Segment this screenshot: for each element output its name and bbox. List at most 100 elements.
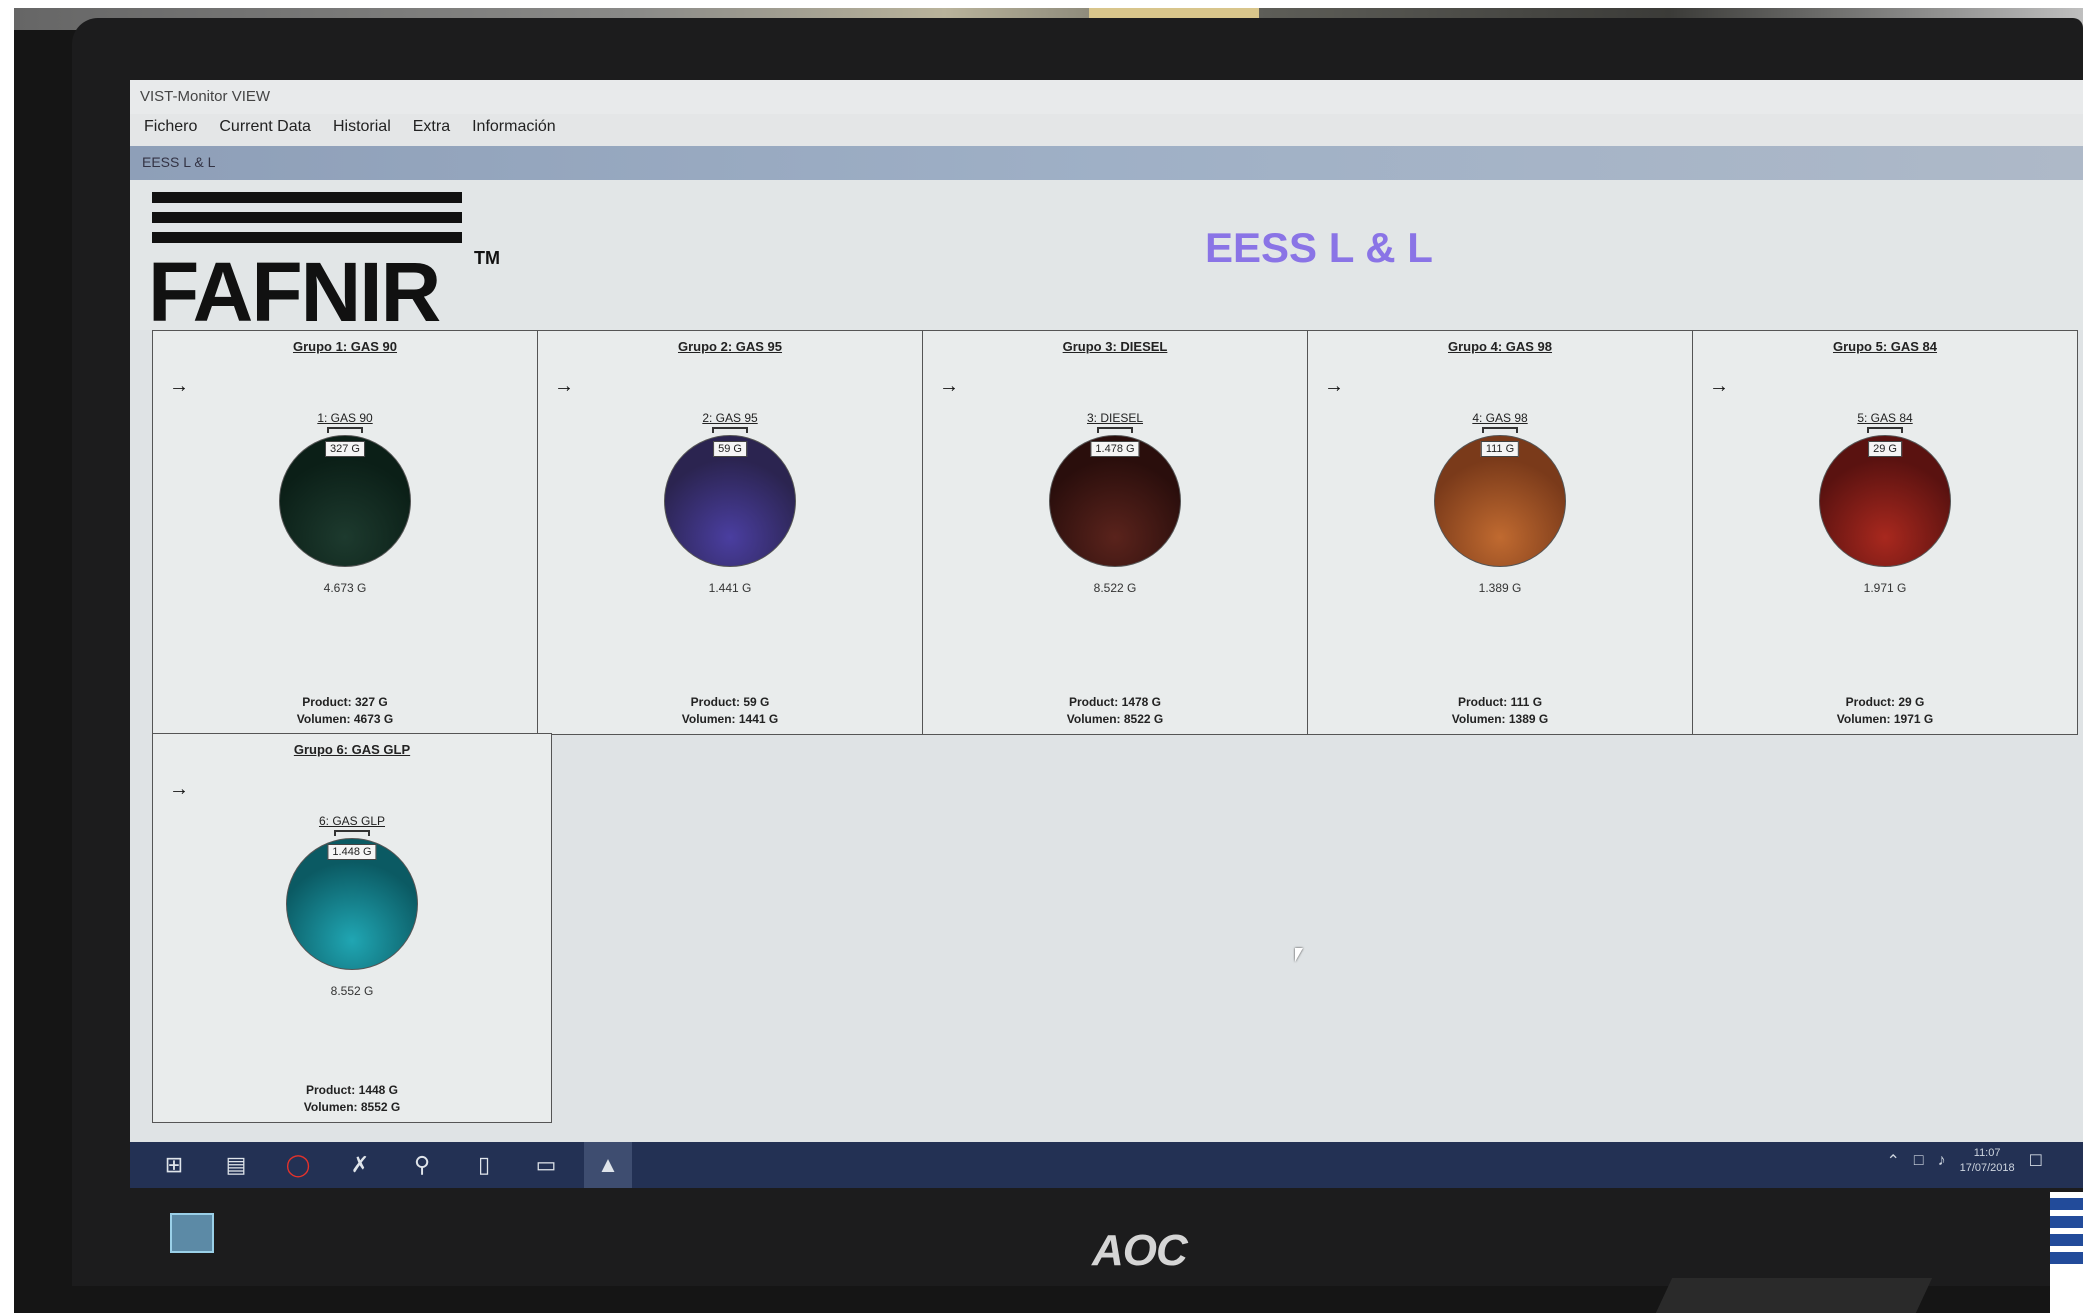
tank-capacity: 8.552 G xyxy=(330,984,374,998)
product-value: 327 G xyxy=(354,695,388,709)
product-label: Product: xyxy=(1457,695,1508,709)
tank-group-5[interactable]: Grupo 5: GAS 84 → 5: GAS 84 29 G 1.971 G… xyxy=(1692,330,2078,735)
group-summary: Product: 1448 G Volumen: 8552 G xyxy=(153,1082,551,1116)
group-title[interactable]: Grupo 5: GAS 84 xyxy=(1693,339,2077,354)
product-label: Product: xyxy=(305,1083,356,1097)
tank-graphic: 111 G 1.389 G xyxy=(1434,427,1566,595)
menu-fichero[interactable]: Fichero xyxy=(144,118,197,142)
arrow-right-icon[interactable]: → xyxy=(1709,375,1729,398)
tank-name: 5: GAS 84 xyxy=(1857,411,1913,425)
volume-value: 1441 G xyxy=(738,712,779,726)
tank-cap xyxy=(1097,427,1133,433)
folder-icon[interactable]: ▭ xyxy=(522,1142,570,1188)
product-value: 1448 G xyxy=(358,1083,399,1097)
group-title[interactable]: Grupo 1: GAS 90 xyxy=(153,339,537,354)
file-explorer-icon[interactable]: ▤ xyxy=(212,1142,260,1188)
tank-group-4[interactable]: Grupo 4: GAS 98 → 4: GAS 98 111 G 1.389 … xyxy=(1307,330,1693,735)
station-header: FAFNIR TM EESS L & L xyxy=(130,180,2083,339)
tank-fill-label: 111 G xyxy=(1480,441,1520,457)
clock-time: 11:07 xyxy=(1973,1147,2001,1159)
product-label: Product: xyxy=(302,695,352,709)
group-summary: Product: 29 G Volumen: 1971 G xyxy=(1693,694,2077,728)
menu-historial[interactable]: Historial xyxy=(333,118,391,142)
group-summary: Product: 111 G Volumen: 1389 G xyxy=(1308,694,1692,728)
tank-group-2[interactable]: Grupo 2: GAS 95 → 2: GAS 95 59 G 1.441 G… xyxy=(537,330,923,735)
mouse-cursor-icon xyxy=(1295,948,1303,962)
arrow-right-icon[interactable]: → xyxy=(169,375,189,398)
tank-capacity: 1.971 G xyxy=(1863,581,1907,595)
tank-fill-label: 327 G xyxy=(325,441,365,457)
windows-start-icon[interactable]: ⊞ xyxy=(150,1142,198,1188)
clock-date: 17/07/2018 xyxy=(1959,1162,2015,1174)
chevron-up-icon[interactable]: ⌃ xyxy=(1887,1151,1900,1171)
group-title[interactable]: Grupo 4: GAS 98 xyxy=(1308,339,1692,354)
tank-capacity: 1.389 G xyxy=(1478,581,1522,595)
network-icon[interactable]: □ xyxy=(1914,1152,1924,1170)
tools-icon[interactable]: ✗ xyxy=(336,1142,384,1188)
corner-logo xyxy=(2050,1192,2083,1313)
volume-label: Volumen: xyxy=(681,712,736,726)
volume-value: 1971 G xyxy=(1893,712,1934,726)
tank-graphic: 1.448 G 8.552 G xyxy=(286,830,418,998)
volume-value: 8522 G xyxy=(1123,712,1164,726)
product-label: Product: xyxy=(1068,695,1119,709)
product-value: 29 G xyxy=(1898,695,1925,709)
monitor-power-led xyxy=(170,1213,214,1253)
tank-fill-label: 29 G xyxy=(1868,441,1902,457)
tank-capacity: 8.522 G xyxy=(1093,581,1137,595)
monitor-app-icon[interactable]: ▲ xyxy=(584,1142,632,1188)
tank-graphic: 1.478 G 8.522 G xyxy=(1049,427,1181,595)
tank-cap xyxy=(1482,427,1518,433)
volume-label: Volumen: xyxy=(1451,712,1506,726)
group-summary: Product: 59 G Volumen: 1441 G xyxy=(538,694,922,728)
station-title: EESS L & L xyxy=(1205,224,1433,271)
arrow-right-icon[interactable]: → xyxy=(939,375,959,398)
notification-icon[interactable]: ☐ xyxy=(2029,1151,2043,1171)
tank-capacity: 1.441 G xyxy=(708,581,752,595)
fafnir-logo-tm: TM xyxy=(474,248,500,268)
tank-group-6[interactable]: Grupo 6: GAS GLP → 6: GAS GLP 1.448 G 8.… xyxy=(152,733,552,1123)
tank-name: 4: GAS 98 xyxy=(1472,411,1528,425)
menu-extra[interactable]: Extra xyxy=(413,118,450,142)
opera-icon[interactable]: ◯ xyxy=(274,1142,322,1188)
tank-graphic: 59 G 1.441 G xyxy=(664,427,796,595)
document-tab-bar[interactable]: EESS L & L xyxy=(130,146,2083,180)
tank-name: 3: DIESEL xyxy=(1086,411,1144,425)
taskbar-clock[interactable]: 11:07 17/07/2018 xyxy=(1960,1146,2015,1176)
tank-fill-label: 1.448 G xyxy=(327,844,377,860)
monitor-brand: AOC xyxy=(1092,1226,1188,1275)
tank-fill-label: 59 G xyxy=(713,441,747,457)
tank-group-1[interactable]: Grupo 1: GAS 90 → 1: GAS 90 327 G 4.673 … xyxy=(152,330,538,735)
tank-name: 6: GAS GLP xyxy=(318,814,386,828)
product-value: 111 G xyxy=(1510,695,1543,709)
group-title[interactable]: Grupo 6: GAS GLP xyxy=(153,742,551,757)
volume-value: 8552 G xyxy=(360,1100,401,1114)
group-title[interactable]: Grupo 2: GAS 95 xyxy=(538,339,922,354)
volume-value: 4673 G xyxy=(353,712,394,726)
fafnir-logo-bars xyxy=(152,192,462,252)
volume-icon[interactable]: ♪ xyxy=(1938,1152,1946,1170)
tank-name: 1: GAS 90 xyxy=(317,411,373,425)
tank-cap xyxy=(334,830,370,836)
tank-graphic: 327 G 4.673 G xyxy=(279,427,411,595)
arrow-right-icon[interactable]: → xyxy=(1324,375,1344,398)
search-icon[interactable]: ⚲ xyxy=(398,1142,446,1188)
volume-label: Volumen: xyxy=(1066,712,1121,726)
group-summary: Product: 1478 G Volumen: 8522 G xyxy=(923,694,1307,728)
arrow-right-icon[interactable]: → xyxy=(554,375,574,398)
arrow-right-icon[interactable]: → xyxy=(169,778,189,801)
document-icon[interactable]: ▯ xyxy=(460,1142,508,1188)
menu-informacion[interactable]: Información xyxy=(472,118,556,142)
product-value: 59 G xyxy=(743,695,770,709)
tank-groups-row: Grupo 1: GAS 90 → 1: GAS 90 327 G 4.673 … xyxy=(152,330,2083,735)
group-summary: Product: 327 G Volumen: 4673 G xyxy=(153,694,537,728)
tank-groups-row-2: Grupo 6: GAS GLP → 6: GAS GLP 1.448 G 8.… xyxy=(152,733,552,1123)
tank-cap xyxy=(327,427,363,433)
group-title[interactable]: Grupo 3: DIESEL xyxy=(923,339,1307,354)
volume-label: Volumen: xyxy=(303,1100,358,1114)
tank-name: 2: GAS 95 xyxy=(702,411,758,425)
tank-group-3[interactable]: Grupo 3: DIESEL → 3: DIESEL 1.478 G 8.52… xyxy=(922,330,1308,735)
volume-label: Volumen: xyxy=(1836,712,1891,726)
menu-current-data[interactable]: Current Data xyxy=(219,118,311,142)
app-titlebar: VIST-Monitor VIEW xyxy=(130,80,2083,114)
